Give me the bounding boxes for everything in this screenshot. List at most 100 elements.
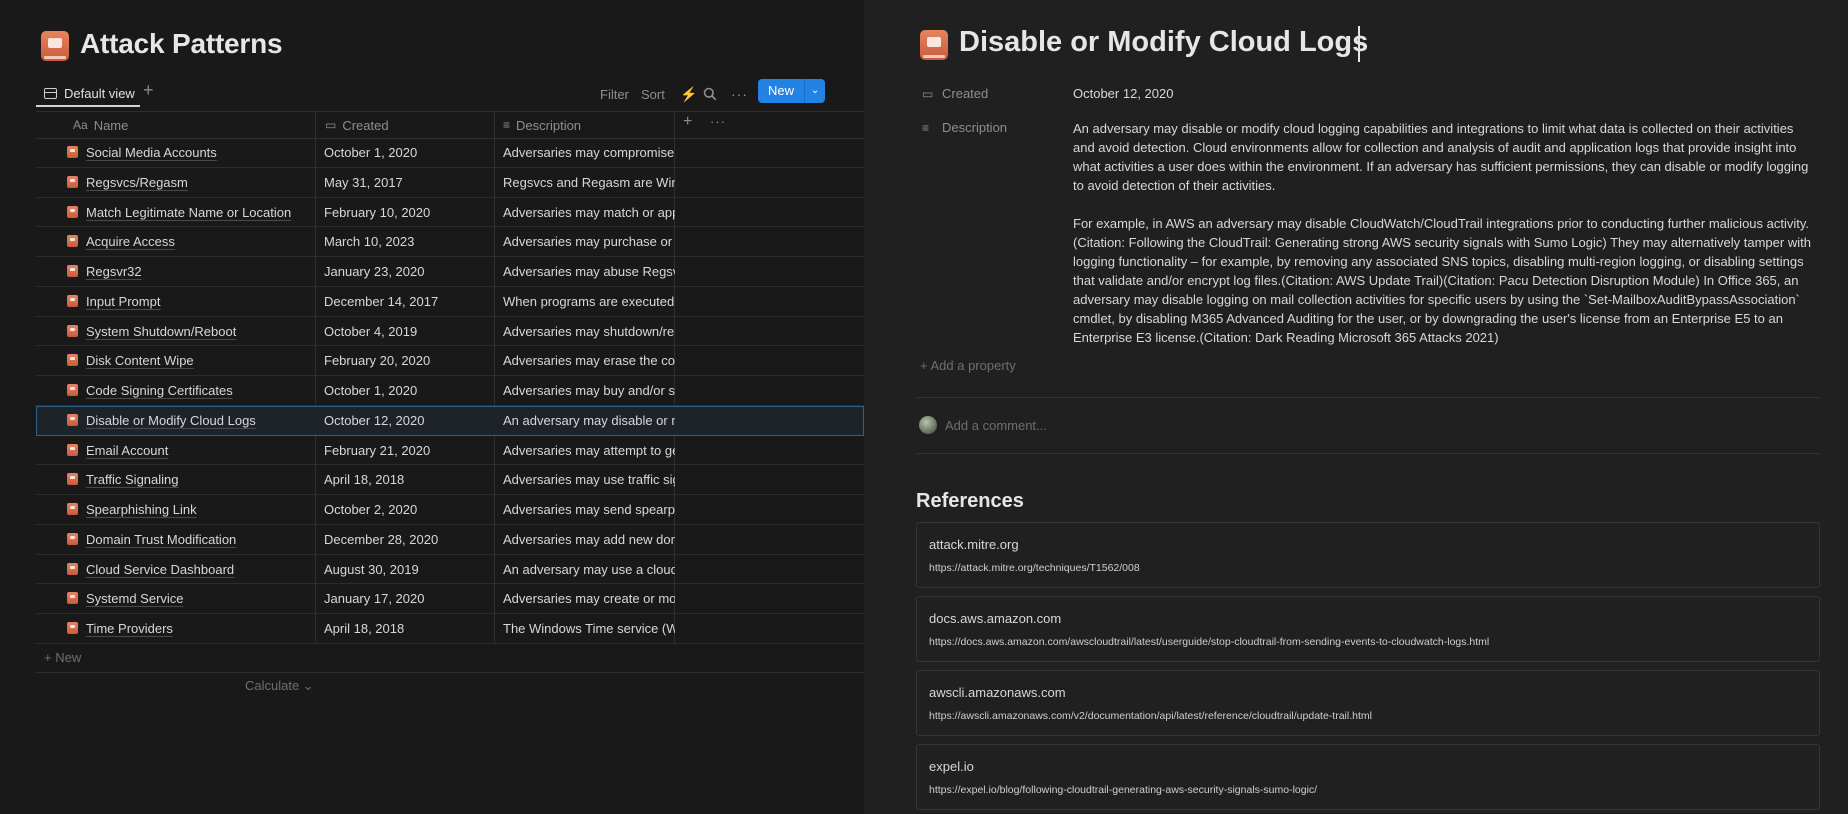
search-icon[interactable] <box>703 80 717 108</box>
row-created[interactable]: December 14, 2017 <box>324 294 438 309</box>
table-row[interactable]: Time Providers April 18, 2018 The Windows … <box>36 614 864 644</box>
reference-card[interactable]: awscli.amazonaws.com https://awscli.amazo… <box>916 670 1820 736</box>
row-description[interactable]: Regsvcs and Regasm are Windows command-l… <box>503 175 675 190</box>
row-created[interactable]: March 10, 2023 <box>324 234 414 249</box>
reference-card[interactable]: docs.aws.amazon.com https://docs.aws.amaz… <box>916 596 1820 662</box>
reference-url[interactable]: https://docs.aws.amazon.com/awscloudtrai… <box>929 636 1489 648</box>
row-created[interactable]: April 18, 2018 <box>324 621 404 636</box>
row-created[interactable]: January 17, 2020 <box>324 591 424 606</box>
book-icon[interactable] <box>40 30 70 62</box>
table-row[interactable]: Regsvr32 January 23, 2020 Adversaries may … <box>36 257 864 287</box>
chevron-down-icon[interactable]: ⌄ <box>804 79 826 103</box>
table-row[interactable]: Social Media Accounts October 1, 2020 Adve… <box>36 138 864 168</box>
add-view-button[interactable]: + <box>143 80 154 101</box>
table-row[interactable]: Spearphishing Link October 2, 2020 Adversa… <box>36 495 864 525</box>
row-created[interactable]: February 21, 2020 <box>324 443 430 458</box>
row-created[interactable]: October 1, 2020 <box>324 383 417 398</box>
row-description[interactable]: Adversaries may use traffic signaling to… <box>503 472 675 487</box>
row-name[interactable]: Disable or Modify Cloud Logs <box>86 413 256 428</box>
reference-url[interactable]: https://awscli.amazonaws.com/v2/document… <box>929 710 1372 722</box>
row-created[interactable]: February 20, 2020 <box>324 353 430 368</box>
row-name[interactable]: Cloud Service Dashboard <box>86 562 234 577</box>
database-title[interactable]: Attack Patterns <box>80 28 283 60</box>
add-row-button[interactable]: + New <box>44 650 81 665</box>
tab-default-view[interactable]: Default view <box>44 83 135 103</box>
row-created[interactable]: August 30, 2019 <box>324 562 419 577</box>
row-name[interactable]: Regsvr32 <box>86 264 142 279</box>
row-description[interactable]: Adversaries may erase the contents of st… <box>503 353 675 368</box>
table-row[interactable]: Match Legitimate Name or Location Februar… <box>36 198 864 228</box>
calculate-button[interactable]: Calculate ⌄ <box>245 678 314 694</box>
row-name[interactable]: Match Legitimate Name or Location <box>86 205 291 220</box>
book-icon[interactable] <box>919 29 949 61</box>
row-name[interactable]: Spearphishing Link <box>86 502 197 517</box>
row-name[interactable]: Social Media Accounts <box>86 145 217 160</box>
new-button-label[interactable]: New <box>758 79 805 103</box>
comment-input[interactable]: Add a comment... <box>945 418 1047 433</box>
table-row[interactable]: Domain Trust Modification December 28, 20… <box>36 525 864 555</box>
row-description[interactable]: Adversaries may purchase or otherwise ac… <box>503 234 675 249</box>
row-created[interactable]: October 2, 2020 <box>324 502 417 517</box>
table-row[interactable]: Input Prompt December 14, 2017 When progra… <box>36 287 864 317</box>
table-row[interactable]: Acquire Access March 10, 2023 Adversaries … <box>36 227 864 257</box>
table-row[interactable]: Traffic Signaling April 18, 2018 Adversari… <box>36 465 864 495</box>
property-created[interactable]: ▭ Created <box>922 86 988 101</box>
more-options-icon[interactable]: ··· <box>731 80 748 108</box>
row-created[interactable]: December 28, 2020 <box>324 532 438 547</box>
automation-bolt-icon[interactable]: ⚡ <box>680 80 697 108</box>
filter-button[interactable]: Filter <box>600 80 629 108</box>
row-name[interactable]: System Shutdown/Reboot <box>86 324 236 339</box>
table-row[interactable]: Disk Content Wipe February 20, 2020 Advers… <box>36 346 864 376</box>
row-created[interactable]: January 23, 2020 <box>324 264 424 279</box>
row-description[interactable]: Adversaries may send spearphishing email… <box>503 502 675 517</box>
row-created[interactable]: October 12, 2020 <box>324 413 424 428</box>
row-name[interactable]: Code Signing Certificates <box>86 383 233 398</box>
row-created[interactable]: October 1, 2020 <box>324 145 417 160</box>
row-name[interactable]: Input Prompt <box>86 294 160 309</box>
row-description[interactable]: Adversaries may create or modify systemd… <box>503 591 675 606</box>
page-title[interactable]: Disable or Modify Cloud Logs <box>959 26 1368 59</box>
row-name[interactable]: Systemd Service <box>86 591 184 606</box>
table-row[interactable]: Code Signing Certificates October 1, 2020… <box>36 376 864 406</box>
row-created[interactable]: October 4, 2019 <box>324 324 417 339</box>
add-column-button[interactable]: + <box>683 113 692 131</box>
row-name[interactable]: Regsvcs/Regasm <box>86 175 188 190</box>
row-description[interactable]: An adversary may disable or modify cloud… <box>503 413 675 428</box>
row-name[interactable]: Traffic Signaling <box>86 472 179 487</box>
row-created[interactable]: April 18, 2018 <box>324 472 404 487</box>
reference-card[interactable]: expel.io https://expel.io/blog/following-… <box>916 744 1820 810</box>
row-created[interactable]: May 31, 2017 <box>324 175 403 190</box>
table-row[interactable]: Disable or Modify Cloud Logs October 12, … <box>36 405 864 436</box>
table-row[interactable]: Cloud Service Dashboard August 30, 2019 An… <box>36 555 864 585</box>
new-button[interactable]: New ⌄ <box>758 79 826 103</box>
add-property-button[interactable]: + Add a property <box>920 358 1016 373</box>
row-name[interactable]: Disk Content Wipe <box>86 353 194 368</box>
created-value[interactable]: October 12, 2020 <box>1073 86 1173 101</box>
row-description[interactable]: Adversaries may abuse Regsvr32.exe to pr… <box>503 264 675 279</box>
row-description[interactable]: An adversary may use a cloud service das… <box>503 562 675 577</box>
reference-card[interactable]: attack.mitre.org https://attack.mitre.org… <box>916 522 1820 588</box>
row-description[interactable]: Adversaries may match or approximate the… <box>503 205 675 220</box>
row-description[interactable]: When programs are executed that need add… <box>503 294 675 309</box>
reference-url[interactable]: https://attack.mitre.org/techniques/T156… <box>929 562 1140 574</box>
row-name[interactable]: Domain Trust Modification <box>86 532 236 547</box>
column-header-description[interactable]: ≡ Description <box>503 112 581 138</box>
row-description[interactable]: Adversaries may shutdown/reboot systems <box>503 324 675 339</box>
property-description[interactable]: ≡ Description <box>922 120 1007 135</box>
table-row[interactable]: Regsvcs/Regasm May 31, 2017 Regsvcs and Re… <box>36 168 864 198</box>
column-more-icon[interactable]: ··· <box>710 114 726 129</box>
row-description[interactable]: Adversaries may attempt to get a listing… <box>503 443 675 458</box>
row-name[interactable]: Time Providers <box>86 621 173 636</box>
table-row[interactable]: Email Account February 21, 2020 Adversarie… <box>36 436 864 466</box>
row-name[interactable]: Acquire Access <box>86 234 175 249</box>
row-description[interactable]: The Windows Time service (W32Time) enabl… <box>503 621 675 636</box>
column-header-created[interactable]: ▭ Created <box>325 112 389 138</box>
row-name[interactable]: Email Account <box>86 443 168 458</box>
table-row[interactable]: Systemd Service January 17, 2020 Adversari… <box>36 584 864 614</box>
row-created[interactable]: February 10, 2020 <box>324 205 430 220</box>
row-description[interactable]: Adversaries may buy and/or steal code si… <box>503 383 675 398</box>
sort-button[interactable]: Sort <box>641 80 665 108</box>
row-description[interactable]: Adversaries may add new domain trusts <box>503 532 675 547</box>
row-description[interactable]: Adversaries may compromise social media … <box>503 145 675 160</box>
column-header-name[interactable]: Aa Name <box>73 112 128 138</box>
